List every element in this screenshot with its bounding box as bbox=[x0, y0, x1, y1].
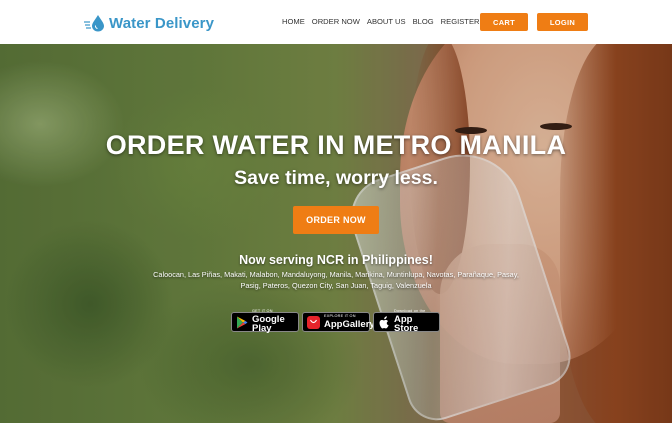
app-store-badge[interactable]: Download on the App Store bbox=[373, 309, 440, 335]
appgallery-label: AppGallery bbox=[324, 318, 375, 330]
app-store-label: App Store bbox=[394, 313, 419, 335]
appgallery-badge[interactable]: EXPLORE IT ON AppGallery bbox=[302, 312, 375, 332]
google-play-icon bbox=[236, 316, 248, 329]
cart-button[interactable]: CART bbox=[480, 13, 528, 31]
nav-home[interactable]: HOME bbox=[282, 17, 305, 26]
water-drop-icon bbox=[84, 15, 104, 32]
hero-title: ORDER WATER IN METRO MANILA bbox=[105, 130, 567, 160]
hero-banner: ORDER WATER IN METRO MANILA Save time, w… bbox=[0, 44, 672, 423]
nav-blog[interactable]: BLOG bbox=[413, 17, 434, 26]
google-play-label: Google Play bbox=[252, 313, 285, 335]
google-play-badge[interactable]: GET IT ON Google Play bbox=[231, 309, 299, 335]
nav-order-now[interactable]: ORDER NOW bbox=[312, 17, 360, 26]
nav-register[interactable]: REGISTER bbox=[441, 17, 480, 26]
serving-heading: Now serving NCR in Philippines! bbox=[239, 253, 433, 267]
nav-about-us[interactable]: ABOUT US bbox=[367, 17, 406, 26]
hero-subtitle: Save time, worry less. bbox=[234, 167, 438, 189]
site-header: Water Delivery HOME ORDER NOW ABOUT US B… bbox=[0, 0, 672, 44]
hero-order-now-button[interactable]: ORDER NOW bbox=[293, 206, 379, 234]
logo[interactable]: Water Delivery bbox=[84, 12, 214, 34]
served-cities-list: Caloocan, Las Piñas, Makati, Malabon, Ma… bbox=[153, 270, 519, 290]
main-nav: HOME ORDER NOW ABOUT US BLOG REGISTER bbox=[282, 17, 487, 26]
huawei-appgallery-icon bbox=[307, 315, 320, 329]
logo-text: Water Delivery bbox=[109, 14, 215, 32]
apple-icon bbox=[378, 315, 390, 329]
login-button[interactable]: LOGIN bbox=[537, 13, 588, 31]
